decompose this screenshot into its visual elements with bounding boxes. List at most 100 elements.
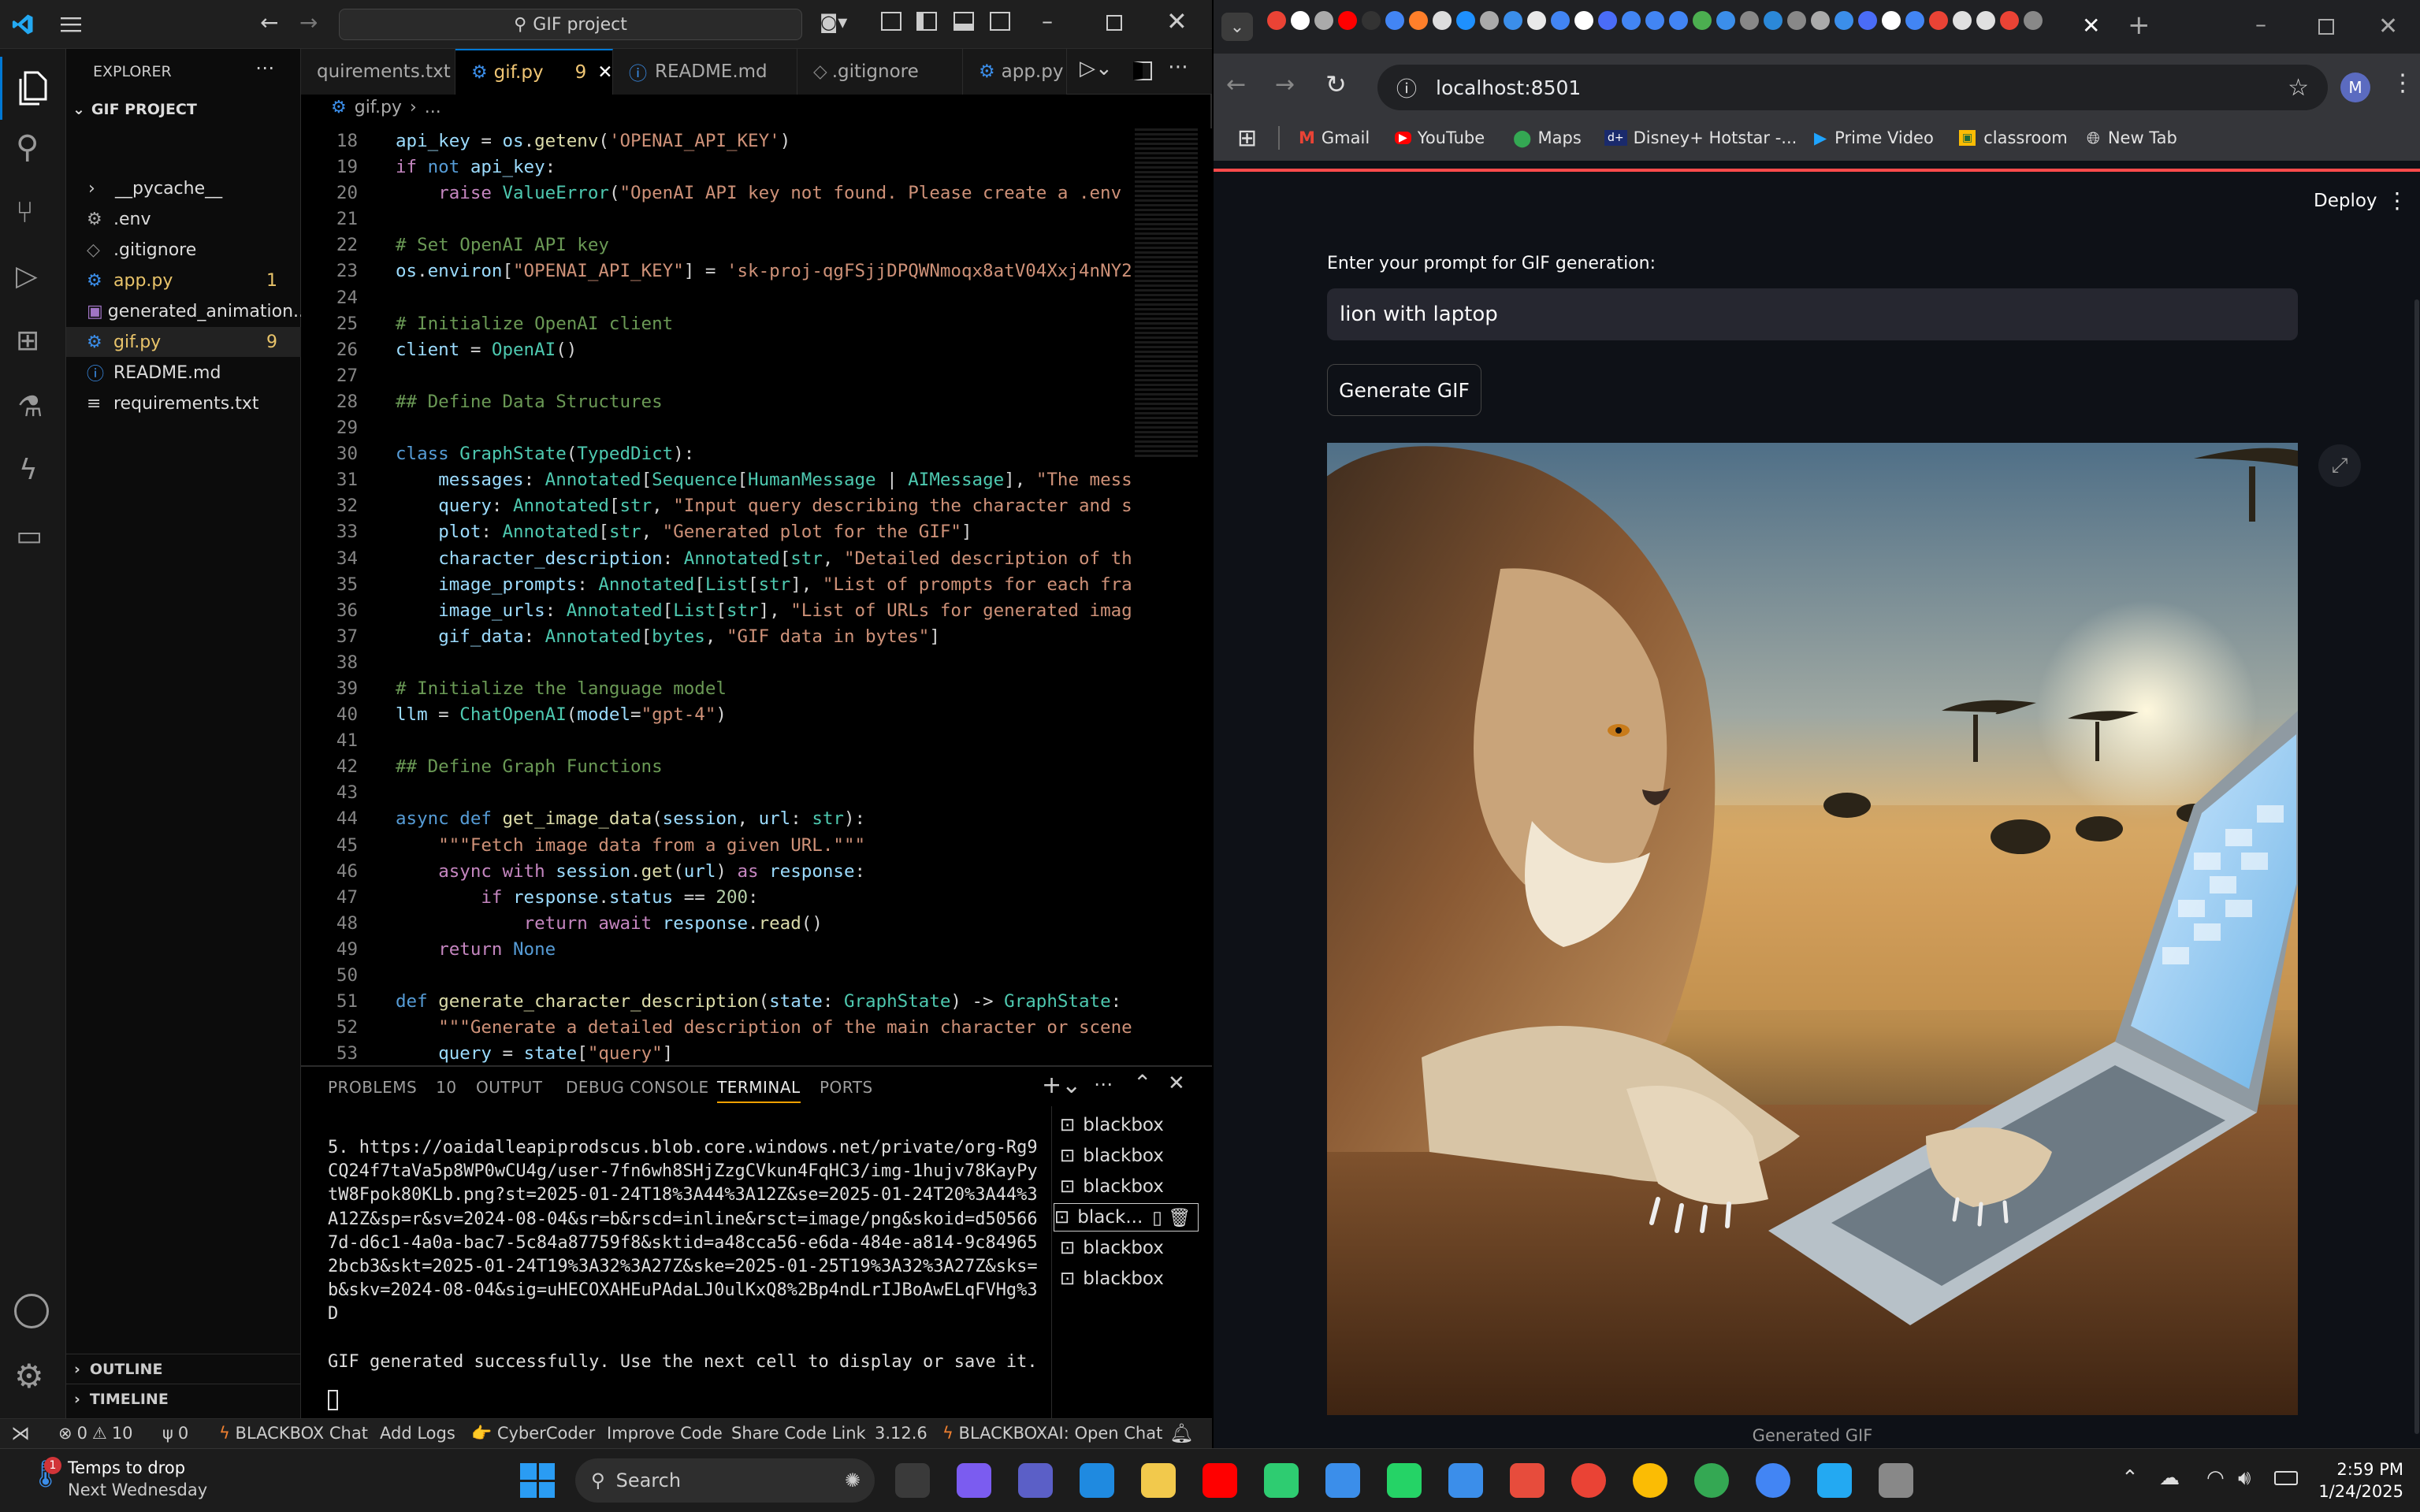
file-app-py[interactable]: ⚙ app.py 1 <box>66 266 301 295</box>
bookmark-prime-video[interactable]: ▶ Prime Video <box>1814 124 1934 151</box>
minimap[interactable] <box>1135 128 1198 459</box>
tab-favicon-icon[interactable] <box>1669 11 1688 30</box>
file--gitignore[interactable]: ◇ .gitignore <box>66 235 301 265</box>
app-menu-icon[interactable]: ⋮ <box>2386 188 2408 214</box>
toggle-sidebar-icon[interactable] <box>916 12 937 31</box>
bookmark-hotstar[interactable]: d+ Disney+ Hotstar -... <box>1604 124 1797 151</box>
site-info-icon[interactable]: ⓘ <box>1396 73 1417 102</box>
tab-app-py[interactable]: ⚙ app.py <box>963 49 1067 95</box>
toggle-secondary-sidebar-icon[interactable] <box>990 12 1010 31</box>
ports-status[interactable]: ψ0 <box>162 1424 188 1443</box>
layout-customize-icon[interactable] <box>881 12 901 31</box>
tab-readme[interactable]: ⓘ README.md <box>613 49 797 95</box>
tab-favicon-icon[interactable] <box>1504 11 1522 30</box>
tab-favicon-icon[interactable] <box>1787 11 1806 30</box>
start-button[interactable] <box>520 1463 555 1498</box>
panel-more-icon[interactable]: ⋯ <box>1094 1073 1113 1095</box>
breadcrumb[interactable]: ⚙ gif.py › ... <box>331 98 441 117</box>
tab-favicon-icon[interactable] <box>1480 11 1499 30</box>
whatsapp-icon[interactable] <box>1387 1463 1422 1498</box>
reload-icon[interactable]: ↻ <box>1325 69 1347 99</box>
testing-icon[interactable]: ⚗ <box>17 391 43 423</box>
minimize-icon[interactable]: – <box>2255 11 2266 37</box>
search-icon[interactable]: ⚲ <box>16 129 39 165</box>
split-editor-icon[interactable] <box>1133 61 1152 80</box>
status-add-logs[interactable]: Add Logs <box>380 1424 455 1443</box>
terminal-instance[interactable]: ⊡ blackbox <box>1060 1111 1164 1139</box>
tab-favicon-icon[interactable] <box>1551 11 1570 30</box>
widgets-icon[interactable] <box>895 1463 930 1498</box>
new-tab-icon[interactable]: + <box>2128 9 2150 41</box>
apps-grid-icon[interactable]: ⊞ <box>1237 124 1257 152</box>
explorer-icon[interactable] <box>0 57 66 120</box>
tab-favicon-icon[interactable] <box>1929 11 1948 30</box>
vscode-icon[interactable] <box>1817 1463 1852 1498</box>
wifi-icon[interactable]: ◠ <box>2206 1466 2225 1490</box>
terminal-instance[interactable]: ⊡ blackbox <box>1060 1172 1164 1201</box>
tab-favicon-icon[interactable] <box>2000 11 2019 30</box>
tab-requirements[interactable]: quirements.txt <box>301 49 455 95</box>
copilot-icon[interactable]: ◙▾ <box>820 11 847 33</box>
new-terminal-icon[interactable]: +⌄ <box>1042 1072 1081 1099</box>
page-scrollbar[interactable] <box>2414 299 2419 1434</box>
tab-favicon-icon[interactable] <box>1314 11 1333 30</box>
teams-icon[interactable] <box>1018 1463 1053 1498</box>
code-editor[interactable]: 18 api_key = os.getenv('OPENAI_API_KEY') 1… <box>301 128 1212 1065</box>
weather-widget[interactable]: 🌡︎ 1 Temps to drop Next Wednesday <box>28 1457 207 1501</box>
close-tab-icon[interactable]: ✕ <box>2082 13 2100 39</box>
editor-more-icon[interactable]: ⋯ <box>1168 55 1188 79</box>
clock[interactable]: 2:59 PM 1/24/2025 <box>2304 1458 2403 1503</box>
tab-problems[interactable]: PROBLEMS 10 <box>328 1078 457 1097</box>
problems-status[interactable]: ⊗ 0 ⚠ 10 <box>58 1424 133 1443</box>
chat-icon[interactable]: ▭ <box>16 520 43 552</box>
chrome-profile-icon[interactable] <box>1694 1463 1729 1498</box>
status-blackbox-chat[interactable]: ϟ BLACKBOX Chat <box>219 1424 368 1443</box>
record-icon[interactable] <box>1264 1463 1299 1498</box>
account-icon[interactable] <box>14 1294 49 1328</box>
chrome-icon[interactable] <box>1571 1463 1606 1498</box>
more-actions-icon[interactable]: ⋯ <box>255 57 274 79</box>
back-arrow-icon[interactable]: ← <box>260 9 278 35</box>
close-window-icon[interactable]: ✕ <box>2378 13 2398 40</box>
bookmark-gmail[interactable]: M Gmail <box>1299 124 1370 151</box>
help-icon[interactable] <box>1448 1463 1483 1498</box>
battery-icon[interactable] <box>2274 1471 2298 1485</box>
tray-overflow-icon[interactable]: ⌃ <box>2121 1466 2139 1490</box>
command-search[interactable]: ⚲ GIF project <box>339 9 802 40</box>
back-arrow-icon[interactable]: ← <box>1226 71 1246 98</box>
tab-favicon-icon[interactable] <box>1976 11 1995 30</box>
tab-favicon-icon[interactable] <box>1905 11 1924 30</box>
taskbar-search[interactable]: ⚲ Search ✺ <box>575 1458 875 1503</box>
tab-ports[interactable]: PORTS <box>820 1078 873 1097</box>
status-cybercoder[interactable]: 👉 CyberCoder <box>471 1424 595 1443</box>
file--env[interactable]: ⚙ .env <box>66 204 301 234</box>
volume-icon[interactable]: 🔊︎ <box>2238 1466 2251 1491</box>
terminal-output[interactable]: 5. https://oaidalleapiprodscus.blob.core… <box>328 1136 1040 1412</box>
timeline-section[interactable]: › TIMELINE <box>66 1384 301 1414</box>
edit-icon[interactable] <box>1879 1463 1913 1498</box>
maximize-icon[interactable] <box>2318 19 2334 35</box>
wps-icon[interactable] <box>1510 1463 1545 1498</box>
tab-favicon-icon[interactable] <box>1598 11 1617 30</box>
notifications-bell-icon[interactable]: 🔔︎ <box>1169 1422 1193 1444</box>
status-blackbox-open[interactable]: ϟ BLACKBOXAI: Open Chat <box>942 1424 1162 1443</box>
close-panel-icon[interactable]: ✕ <box>1168 1072 1185 1095</box>
prompt-input[interactable]: lion with laptop <box>1327 288 2298 340</box>
tab-favicon-icon[interactable] <box>1716 11 1735 30</box>
close-tab-icon[interactable]: ✕ <box>597 62 612 83</box>
file-gif-py[interactable]: ⚙ gif.py 9 <box>66 327 301 357</box>
run-debug-icon[interactable]: ▷ <box>16 260 38 292</box>
tab-favicon-icon[interactable] <box>1267 11 1286 30</box>
tab-debug-console[interactable]: DEBUG CONSOLE <box>566 1078 709 1097</box>
status-python-version[interactable]: 3.12.6 <box>875 1424 927 1443</box>
terminal-actions-icon[interactable]: ▯ 🗑︎ <box>1152 1207 1191 1228</box>
file--pycache-[interactable]: › __pycache__ <box>66 173 301 203</box>
remote-icon[interactable]: ⋊ <box>11 1422 30 1444</box>
file-explorer-icon[interactable] <box>1141 1463 1176 1498</box>
generate-gif-button[interactable]: Generate GIF <box>1327 364 1481 416</box>
youtube-icon[interactable] <box>1203 1463 1237 1498</box>
tab-favicon-icon[interactable] <box>1953 11 1972 30</box>
tab-favicon-icon[interactable] <box>1645 11 1664 30</box>
onedrive-icon[interactable]: ☁ <box>2159 1466 2180 1490</box>
terminal-instance[interactable]: ⊡ blackbox <box>1060 1234 1164 1262</box>
